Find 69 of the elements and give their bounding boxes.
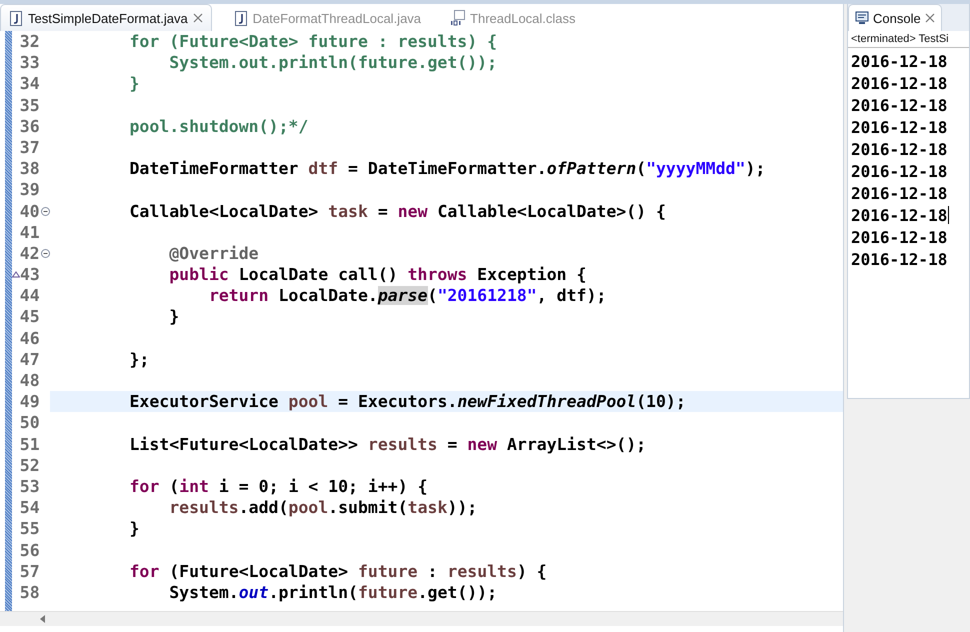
console-output-line: 2016-12-18 (851, 72, 948, 94)
console-output-line: 2016-12-18 (851, 160, 948, 182)
code-line: ExecutorService pool = Executors.newFixedThreadPool(10); (128, 391, 686, 412)
line-number: 39 (20, 179, 41, 201)
code-line: return LocalDate.parse("20161218", dtf); (208, 285, 606, 306)
java-file-icon (234, 10, 248, 26)
console-output-line: 2016-12-18 (851, 182, 948, 204)
line-number: 58 (20, 582, 41, 604)
console-output-line: 2016-12-18 (851, 116, 948, 138)
console-output-line: 2016-12-18 (851, 138, 948, 160)
code-line: }; (128, 348, 150, 370)
console-output-line: 2016-12-18 (851, 94, 948, 116)
line-number: 41 (20, 222, 41, 243)
code-line: public LocalDate call() throws Exception { (168, 264, 586, 286)
close-icon (924, 13, 935, 23)
line-number: 44 (20, 285, 41, 306)
text-cursor (948, 206, 950, 224)
line-number: 34 (20, 73, 41, 95)
code-line: results.add(pool.submit(task)); (168, 497, 478, 518)
code-line: DateTimeFormatter dtf = DateTimeFormatter.ofPattern("yyyyMMdd"); (128, 158, 766, 180)
line-number: 37 (20, 136, 41, 158)
line-number: 55 (20, 518, 41, 540)
line-number: 42 (20, 242, 41, 264)
close-icon (192, 13, 203, 23)
class-file-icon (451, 10, 466, 26)
line-number: 35 (20, 94, 41, 116)
code-line: @Override (168, 242, 259, 264)
code-line: Callable<LocalDate> task = new Callable<LocalDate>() { (128, 200, 666, 222)
line-number: 54 (20, 497, 41, 518)
code-line: System.out.println(future.get()); (168, 582, 498, 604)
line-number: 56 (20, 540, 41, 561)
code-line: for (Future<LocalDate> future : results) { (128, 560, 547, 582)
line-number: 33 (20, 52, 41, 74)
line-number: 48 (20, 370, 41, 392)
console-output-line: 2016-12-18 (851, 226, 948, 248)
line-number: 51 (20, 434, 41, 455)
console-status: <terminated> TestSi (848, 31, 969, 48)
line-number: 32 (20, 31, 41, 52)
line-number: 53 (20, 476, 41, 498)
monitor-icon (855, 11, 869, 25)
line-number: 45 (20, 306, 41, 328)
scroll-left-icon[interactable] (40, 615, 45, 623)
console-output-line: 2016-12-18 (851, 204, 950, 226)
code-line: List<Future<LocalDate>> results = new ArrayList<>(); (128, 434, 646, 455)
line-number: 36 (20, 116, 41, 137)
line-number: 43 (20, 264, 41, 286)
collapse-icon[interactable] (41, 206, 50, 216)
line-number: 49 (20, 391, 41, 412)
code-line: pool.shutdown();*/ (128, 116, 308, 137)
line-number: 57 (20, 560, 41, 582)
console-output-line: 2016-12-18 (851, 248, 948, 270)
code-line: for (int i = 0; i < 10; i++) { (128, 476, 428, 498)
line-number: 40 (20, 200, 41, 222)
line-number: 47 (20, 348, 41, 370)
code-line: } (168, 306, 180, 328)
code-line: } (128, 518, 140, 540)
editor-tab[interactable]: TestSimpleDateFormat.java (0, 4, 212, 31)
line-number: 52 (20, 454, 41, 476)
line-number: 38 (20, 158, 41, 180)
code-line: for (Future<Date> future : results) { (128, 31, 498, 52)
horizontal-scrollbar[interactable] (0, 611, 843, 626)
console-tab[interactable]: Console (848, 4, 942, 31)
line-number: 50 (20, 412, 41, 434)
java-file-icon (9, 10, 23, 26)
code-line: System.out.println(future.get()); (168, 52, 498, 74)
code-line: } (128, 73, 140, 95)
line-number: 46 (20, 328, 41, 349)
collapse-icon[interactable] (41, 248, 50, 258)
console-output-line: 2016-12-18 (851, 50, 948, 72)
